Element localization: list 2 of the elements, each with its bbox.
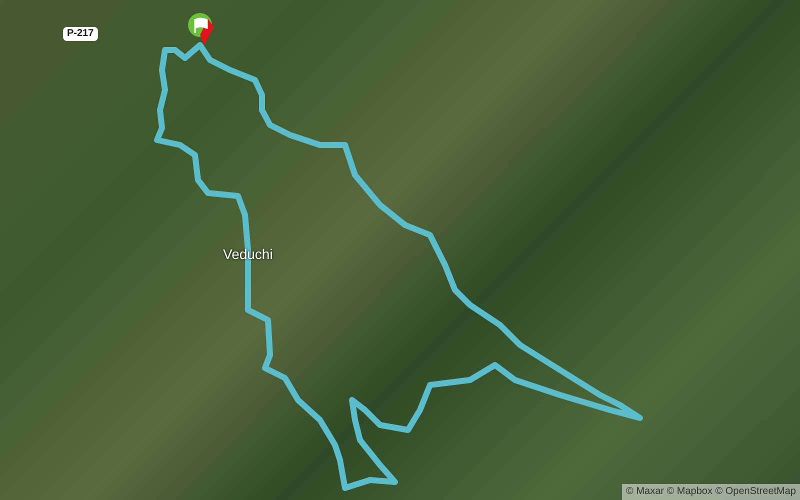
- road-label: P-217: [63, 27, 98, 41]
- map-attribution: © Maxar © Mapbox © OpenStreetMap: [622, 484, 800, 500]
